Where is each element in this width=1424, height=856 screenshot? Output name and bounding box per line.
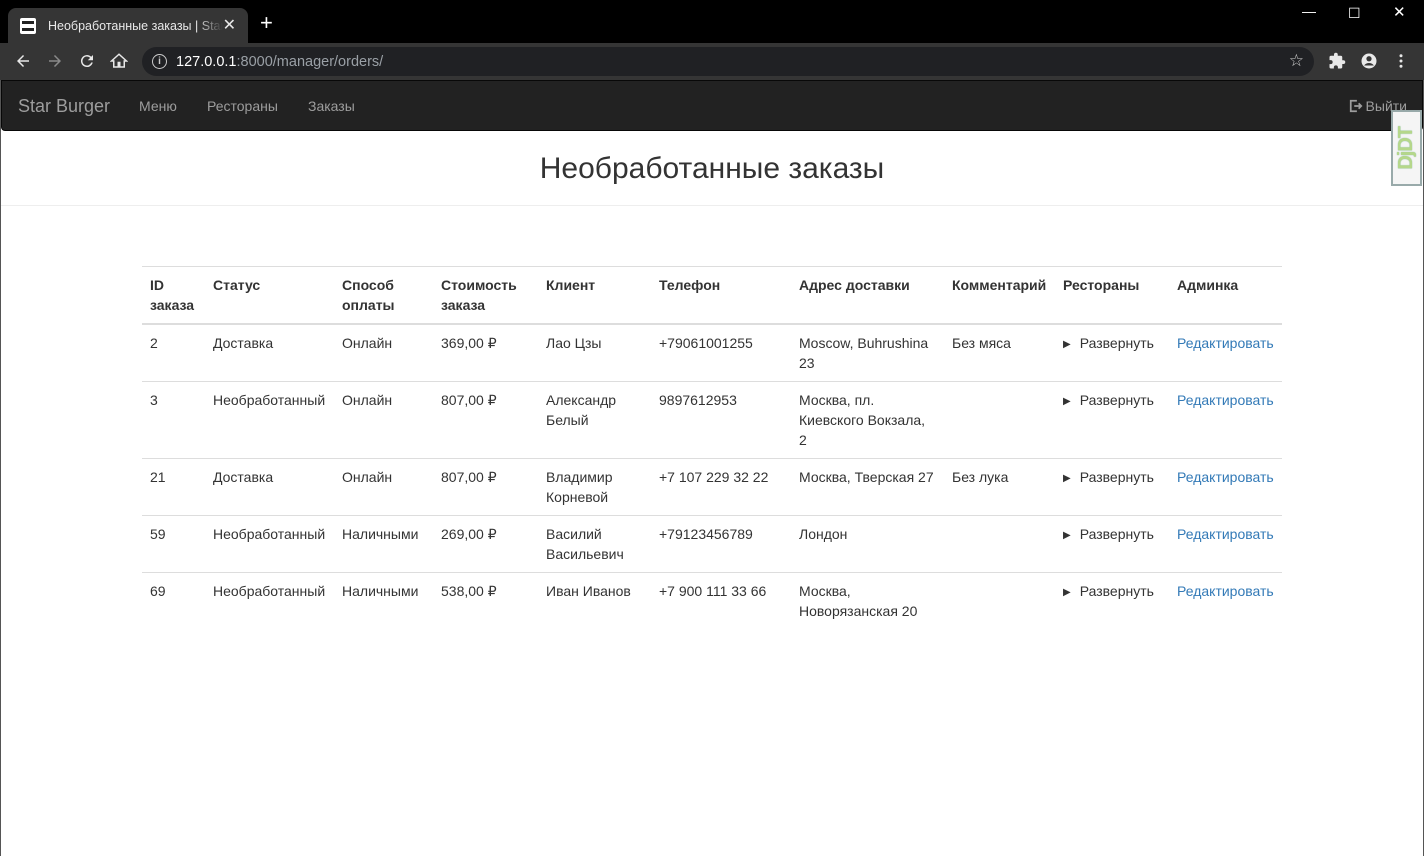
order-client: Лао Цзы (546, 335, 602, 351)
favicon-icon (20, 17, 36, 34)
reload-icon[interactable] (76, 50, 98, 72)
column-header: Рестораны (1055, 266, 1169, 325)
minimize-icon[interactable]: — (1302, 4, 1316, 18)
order-cost: 807,00 ₽ (433, 381, 538, 459)
order-client: Иван Иванов (538, 572, 651, 629)
window-close-icon[interactable]: ✕ (1393, 5, 1406, 20)
order-id: 21 (142, 458, 205, 516)
table-row: 3 Необработанный Онлайн 807,00 ₽ Алексан… (142, 381, 1282, 459)
new-tab-icon[interactable]: + (260, 12, 273, 34)
table-row: 59 Необработанный Наличными 269,00 ₽ Вас… (142, 515, 1282, 573)
order-payment: Онлайн (334, 458, 433, 516)
order-payment: Наличными (334, 572, 433, 629)
order-id: 69 (142, 572, 205, 629)
tab-title: Необработанные заказы | Star Burger (48, 18, 223, 33)
url-path: :8000/manager/orders/ (236, 53, 384, 70)
nav-link-restaurants[interactable]: Рестораны (207, 98, 278, 114)
bookmark-star-icon[interactable]: ☆ (1289, 51, 1304, 71)
order-comment: Без мяса (952, 335, 1011, 351)
nav-link-menu[interactable]: Меню (139, 98, 177, 114)
table-header-row: ID заказа Статус Способ оплаты Стоимость… (142, 266, 1282, 325)
column-header: Клиент (538, 266, 651, 325)
restaurants-expand-toggle[interactable]: Развернуть (1063, 469, 1154, 485)
forward-icon[interactable] (44, 50, 66, 72)
order-phone: 9897612953 (651, 381, 791, 459)
admin-edit-link[interactable]: Редактировать (1177, 526, 1274, 542)
order-payment: Онлайн (334, 381, 433, 459)
order-payment: Онлайн (342, 335, 393, 351)
browser-toolbar: i 127.0.0.1:8000/manager/orders/ ☆ (0, 43, 1424, 80)
home-icon[interactable] (108, 50, 130, 72)
url-host: 127.0.0.1 (176, 53, 237, 70)
order-comment (944, 381, 1055, 459)
admin-edit-link[interactable]: Редактировать (1177, 469, 1274, 485)
order-id: 2 (150, 335, 158, 351)
profile-icon[interactable] (1358, 50, 1380, 72)
column-header: Стоимость заказа (433, 266, 538, 325)
column-header: Телефон (651, 266, 791, 325)
logout-icon (1349, 99, 1363, 113)
order-phone: +7 900 111 33 66 (651, 572, 791, 629)
table-row: 21 Доставка Онлайн 807,00 ₽ Владимир Кор… (142, 458, 1282, 516)
address-bar[interactable]: i 127.0.0.1:8000/manager/orders/ ☆ (142, 47, 1314, 76)
order-address: Moscow, Buhrushina 23 (799, 335, 929, 371)
order-address: Москва, Новорязанская 20 (791, 572, 944, 629)
restaurants-expand-toggle[interactable]: Развернуть (1063, 526, 1154, 542)
admin-edit-link[interactable]: Редактировать (1177, 335, 1274, 351)
tab-close-icon[interactable]: ✕ (223, 17, 236, 34)
order-cost: 807,00 ₽ (433, 458, 538, 516)
order-comment: Без лука (944, 458, 1055, 516)
page-title: Необработанные заказы (539, 152, 885, 185)
order-status: Доставка (213, 335, 274, 351)
restaurants-expand-toggle[interactable]: Развернуть (1063, 335, 1154, 351)
restaurants-expand-toggle[interactable]: Развернуть (1063, 583, 1154, 599)
table-row: 69 Необработанный Наличными 538,00 ₽ Ива… (142, 572, 1282, 629)
page-header: Необработанные заказы (1, 131, 1423, 206)
order-comment (944, 572, 1055, 629)
order-client: Александр Белый (538, 381, 651, 459)
restaurants-expand-toggle[interactable]: Развернуть (1063, 392, 1154, 408)
order-address: Лондон (791, 515, 944, 573)
order-status: Необработанный (205, 572, 334, 629)
order-id: 59 (142, 515, 205, 573)
order-address: Москва, Тверская 27 (791, 458, 944, 516)
browser-menu-icon[interactable] (1390, 50, 1412, 72)
order-client: Владимир Корневой (538, 458, 651, 516)
browser-tab[interactable]: Необработанные заказы | Star Burger ✕ (8, 8, 248, 43)
site-navbar: Star Burger Меню Рестораны Заказы Выйти (1, 80, 1423, 131)
order-payment: Наличными (334, 515, 433, 573)
column-header: Способ оплаты (334, 266, 433, 325)
order-status: Необработанный (205, 515, 334, 573)
admin-edit-link[interactable]: Редактировать (1177, 583, 1274, 599)
order-cost: 369,00 ₽ (441, 335, 497, 351)
browser-titlebar: Необработанные заказы | Star Burger ✕ + … (0, 0, 1424, 43)
back-icon[interactable] (12, 50, 34, 72)
order-address: Москва, пл. Киевского Вокзала, 2 (791, 381, 944, 459)
order-client: Василий Васильевич (538, 515, 651, 573)
extensions-icon[interactable] (1326, 50, 1348, 72)
order-cost: 269,00 ₽ (433, 515, 538, 573)
maximize-icon[interactable]: ☐ (1348, 6, 1361, 20)
order-status: Доставка (205, 458, 334, 516)
column-header: ID заказа (142, 266, 205, 325)
order-id: 3 (142, 381, 205, 459)
orders-table: ID заказа Статус Способ оплаты Стоимость… (142, 266, 1282, 629)
admin-edit-link[interactable]: Редактировать (1177, 392, 1274, 408)
column-header: Статус (205, 266, 334, 325)
column-header: Комментарий (944, 266, 1055, 325)
column-header: Админка (1169, 266, 1282, 325)
column-header: Адрес доставки (791, 266, 944, 325)
table-row: 2 Доставка Онлайн 369,00 ₽ Лао Цзы +7906… (142, 324, 1282, 382)
order-phone: +79061001255 (659, 335, 753, 351)
info-icon[interactable]: i (152, 54, 167, 69)
nav-link-orders[interactable]: Заказы (308, 98, 355, 114)
order-phone: +7 107 229 32 22 (651, 458, 791, 516)
order-comment (944, 515, 1055, 573)
order-status: Необработанный (205, 381, 334, 459)
brand-link[interactable]: Star Burger (18, 96, 110, 117)
order-phone: +79123456789 (651, 515, 791, 573)
order-cost: 538,00 ₽ (433, 572, 538, 629)
